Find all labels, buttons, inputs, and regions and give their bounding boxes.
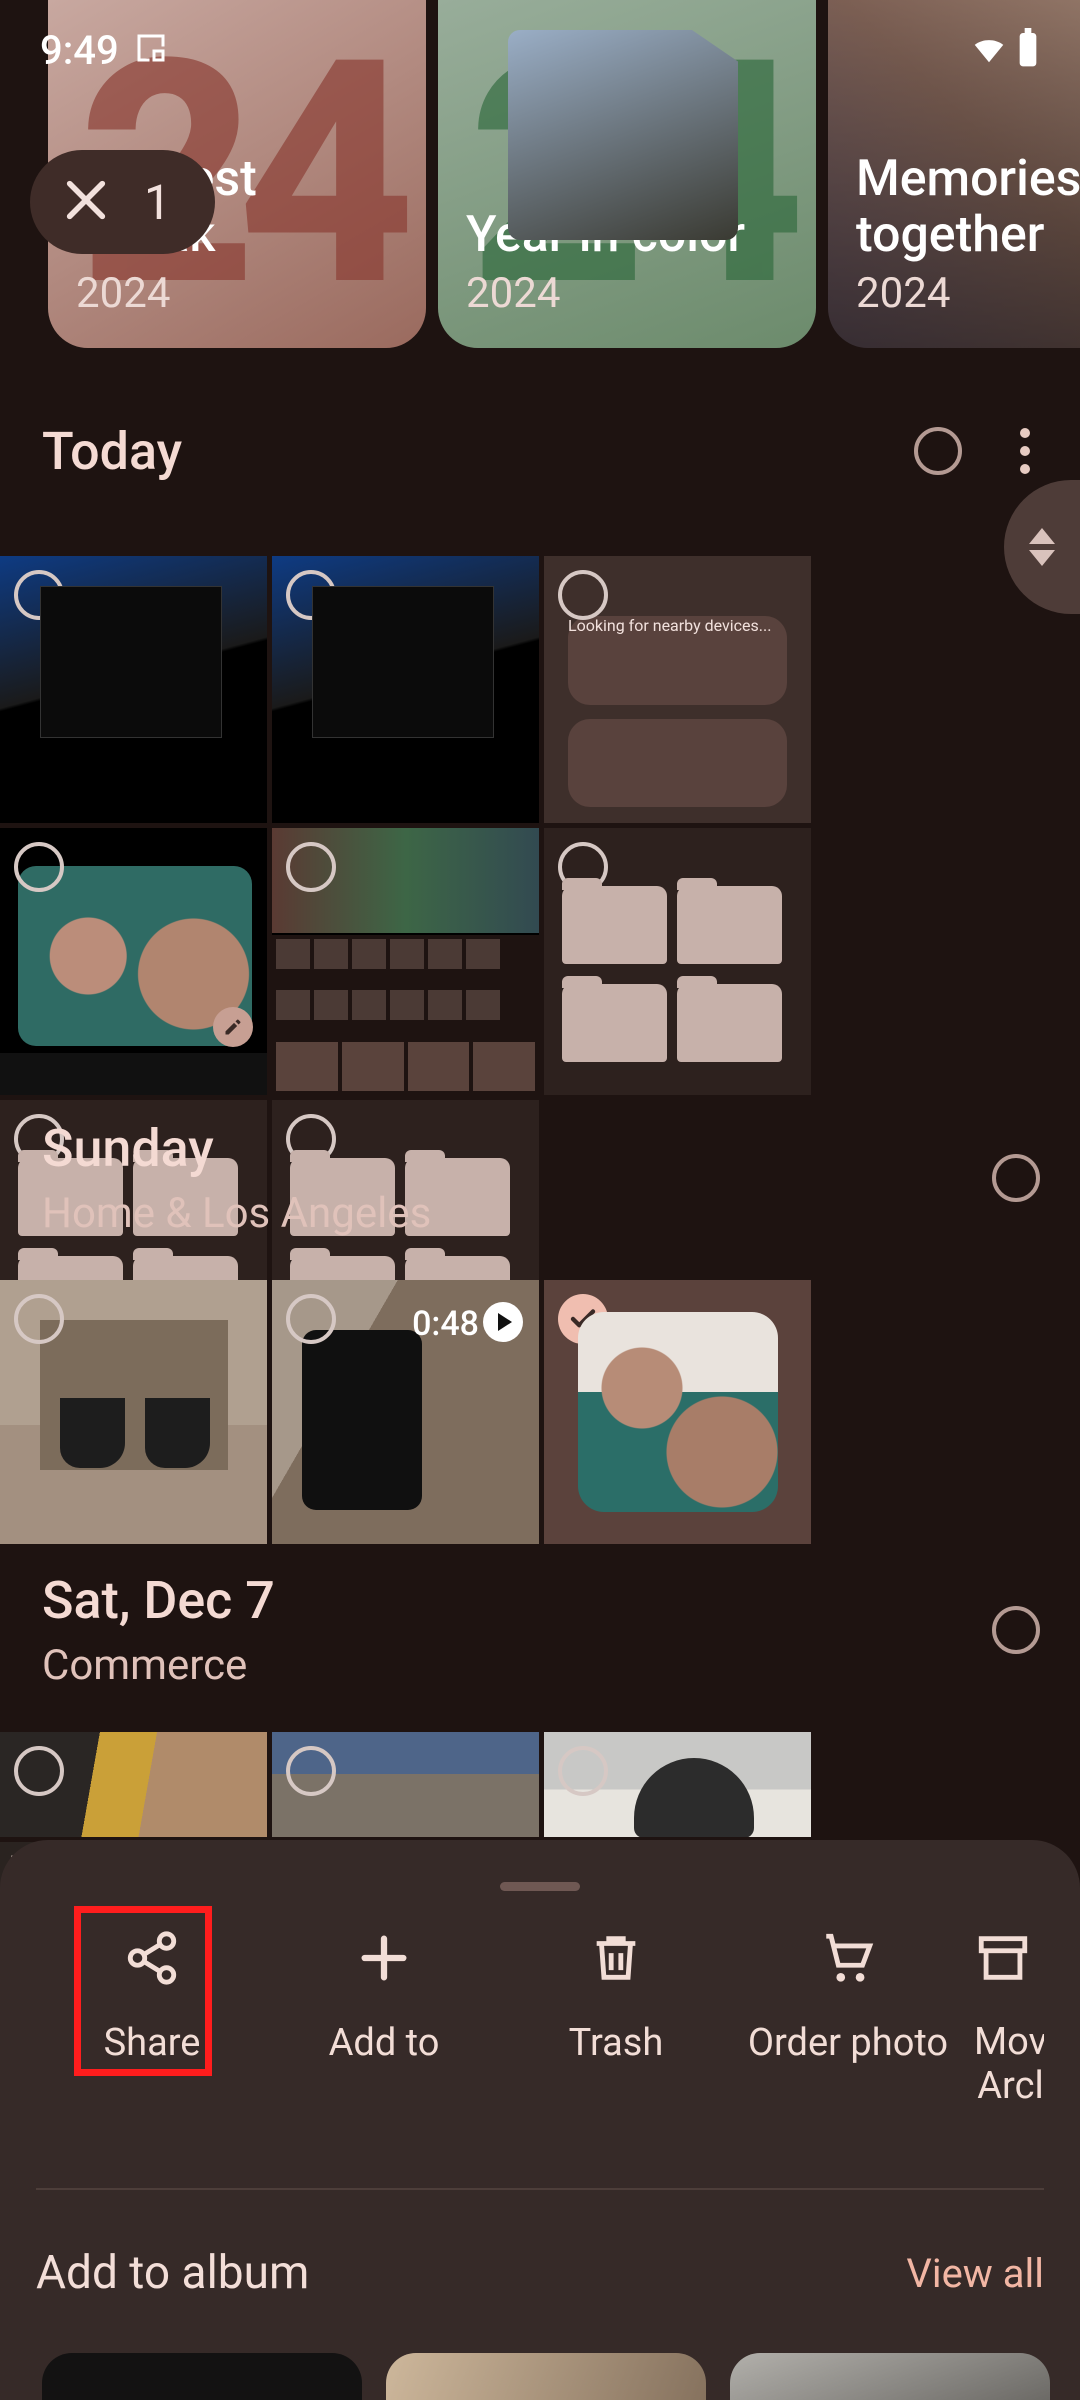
wifi-icon xyxy=(970,29,1008,71)
grid-today: Looking for nearby devices... xyxy=(0,556,1080,1367)
grid-sunday: 0:48 xyxy=(0,1280,1080,1544)
memory-year: 2024 xyxy=(466,269,788,318)
add-to-album-title: Add to album xyxy=(36,2246,309,2300)
trash-button[interactable]: Trash xyxy=(500,1929,732,2108)
album-thumb[interactable] xyxy=(386,2353,706,2400)
photo-thumb[interactable] xyxy=(0,1280,267,1544)
tutorial-highlight xyxy=(74,1906,212,2076)
section-title: Sunday xyxy=(42,1118,431,1179)
memory-year: 2024 xyxy=(856,269,1080,318)
section-title: Today xyxy=(42,421,182,482)
photo-thumb[interactable] xyxy=(272,828,539,1095)
chevron-up-icon xyxy=(1029,528,1055,544)
plus-icon xyxy=(355,1929,413,1987)
nearby-banner: Looking for nearby devices... xyxy=(568,616,787,705)
photo-thumb[interactable] xyxy=(544,1732,811,1837)
close-icon[interactable] xyxy=(58,172,114,232)
album-thumb[interactable] xyxy=(730,2353,1050,2400)
chevron-down-icon xyxy=(1029,550,1055,566)
order-photo-button[interactable]: Order photo xyxy=(732,1929,964,2108)
album-thumb[interactable] xyxy=(42,2353,362,2400)
photo-thumb[interactable] xyxy=(272,556,539,823)
photo-thumb[interactable] xyxy=(544,828,811,1095)
trash-icon xyxy=(587,1929,645,1987)
trash-label: Trash xyxy=(569,2021,664,2065)
section-subtitle: Home & Los Angeles xyxy=(42,1189,431,1238)
section-header-today: Today xyxy=(42,420,1040,482)
add-to-button[interactable]: Add to xyxy=(268,1929,500,2108)
memory-title: Memories together xyxy=(856,151,1080,263)
section-header-sunday: Sunday Home & Los Angeles xyxy=(42,1118,1040,1238)
cast-icon xyxy=(133,30,169,70)
photo-thumb-selected[interactable] xyxy=(544,1280,811,1544)
selection-bar: 1 xyxy=(30,150,215,254)
section-title: Sat, Dec 7 xyxy=(42,1570,275,1631)
section-subtitle: Commerce xyxy=(42,1641,275,1690)
selection-count: 1 xyxy=(144,174,171,231)
section-header-sat: Sat, Dec 7 Commerce xyxy=(42,1570,1040,1690)
status-time: 9:49 xyxy=(40,27,119,74)
overflow-icon[interactable] xyxy=(1010,420,1040,482)
move-to-archive-button[interactable]: MovArcl xyxy=(964,1929,1044,2108)
order-photo-label: Order photo xyxy=(748,2021,948,2065)
sheet-grabber[interactable] xyxy=(500,1882,580,1891)
play-icon xyxy=(483,1302,523,1342)
action-sheet: Share Add to Trash Order photo xyxy=(0,1840,1080,2400)
archive-label: MovArcl xyxy=(974,2021,1044,2108)
video-thumb[interactable]: 0:48 xyxy=(272,1280,539,1544)
photo-thumb[interactable] xyxy=(0,828,267,1095)
select-all-sunday[interactable] xyxy=(992,1154,1040,1202)
sheet-divider xyxy=(36,2188,1044,2190)
select-all-today[interactable] xyxy=(914,427,962,475)
cart-icon xyxy=(819,1929,877,1987)
edit-icon xyxy=(213,1007,253,1047)
photo-thumb[interactable]: Looking for nearby devices... xyxy=(544,556,811,823)
album-carousel[interactable] xyxy=(42,2353,1080,2400)
status-bar: 9:49 xyxy=(0,0,1080,100)
view-all-button[interactable]: View all xyxy=(906,2250,1044,2297)
select-all-sat[interactable] xyxy=(992,1606,1040,1654)
battery-icon xyxy=(1016,28,1040,72)
photo-thumb[interactable] xyxy=(0,1732,267,1837)
memory-year: 2024 xyxy=(76,269,398,318)
video-duration: 0:48 xyxy=(412,1304,479,1344)
photo-thumb[interactable] xyxy=(0,556,267,823)
add-to-label: Add to xyxy=(329,2021,440,2065)
photo-thumb[interactable] xyxy=(272,1732,539,1837)
memory-title: Year in color xyxy=(466,207,788,263)
archive-icon xyxy=(974,1929,1032,1987)
